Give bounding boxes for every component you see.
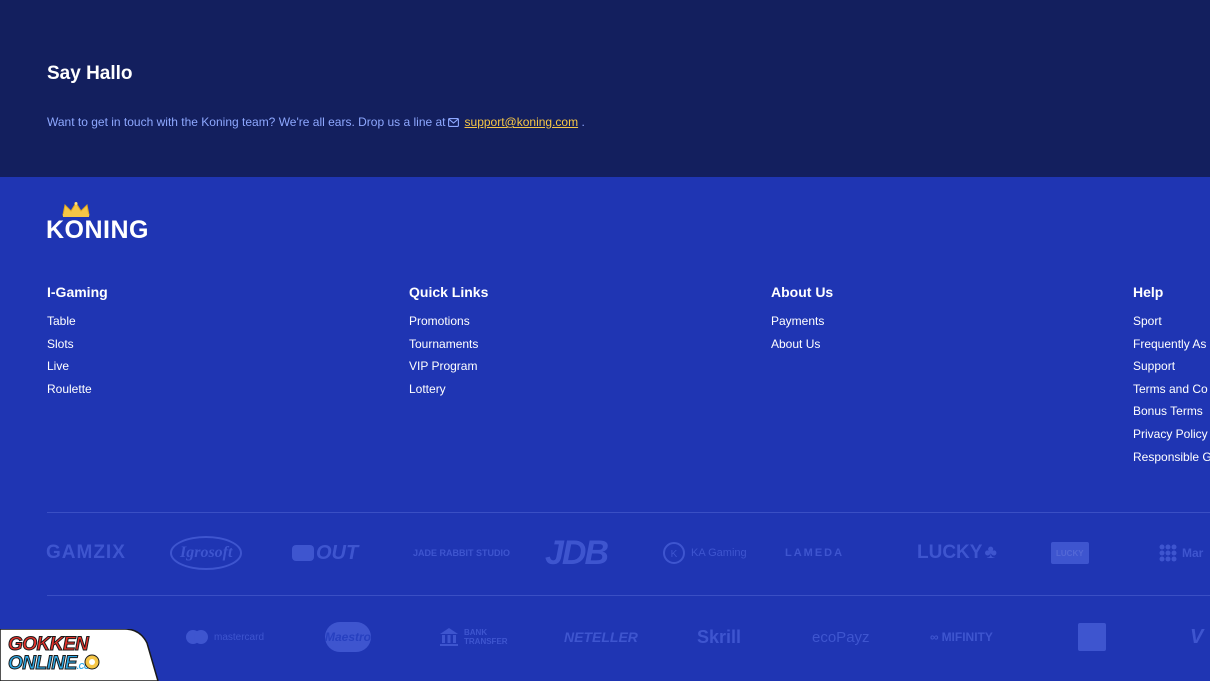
footer-column-quick-links: Quick Links Promotions Tournaments VIP P… — [409, 284, 488, 400]
footer-link-terms[interactable]: Terms and Co — [1133, 378, 1210, 401]
hand-icon — [292, 545, 314, 561]
footer-link-responsible-gaming[interactable]: Responsible G — [1133, 446, 1210, 469]
provider-logo-gamzix[interactable]: GAMZIX — [46, 531, 126, 575]
payment-logo-bank-transfer[interactable]: BANK TRANSFER — [438, 615, 508, 659]
grid-icon — [1159, 544, 1177, 562]
contact-title: Say Hallo — [47, 63, 133, 84]
footer-link-table[interactable]: Table — [47, 310, 108, 333]
provider-logo-lameda[interactable]: LAMEDA — [785, 531, 844, 575]
infinity-icon: ∞ — [930, 630, 939, 644]
provider-logo-lucky-badge[interactable]: LUCKY — [1051, 542, 1089, 564]
mastercard-icon — [186, 630, 208, 644]
ka-gaming-icon: K — [663, 542, 685, 564]
payment-logo-skrill[interactable]: Skrill — [697, 615, 741, 659]
gokken-online-badge[interactable]: GOKKEN ONLINE.COM — [0, 628, 160, 681]
footer-link-live[interactable]: Live — [47, 355, 108, 378]
footer-link-bonus-terms[interactable]: Bonus Terms — [1133, 400, 1210, 423]
badge-line-2: ONLINE.COM — [8, 653, 97, 674]
column-title: Help — [1133, 284, 1164, 300]
payment-logo-mastercard[interactable]: mastercard — [185, 615, 264, 659]
provider-logo-jdb[interactable]: JDB — [545, 531, 609, 575]
provider-logo-igrosoft[interactable]: Igrosoft — [170, 536, 243, 570]
column-title: Quick Links — [409, 284, 489, 300]
provider-logo-ka-gaming[interactable]: K KA Gaming — [662, 531, 747, 575]
poker-chip-icon — [84, 654, 100, 670]
footer-link-slots[interactable]: Slots — [47, 333, 108, 356]
svg-text:K: K — [671, 549, 678, 560]
support-email-link[interactable]: support@koning.com — [465, 115, 579, 129]
footer-column-help: Help Sport Frequently As Support Terms a… — [1133, 284, 1210, 468]
bank-icon — [440, 628, 458, 646]
provider-logos-row: GAMZIX Igrosoft OUT JADE RABBIT STUDIO J… — [0, 531, 1210, 575]
payment-logo-visa[interactable]: V — [1190, 615, 1203, 659]
contact-suffix: . — [581, 115, 585, 129]
brand-name: KONING — [46, 216, 149, 244]
payment-logo-ecopayz[interactable]: ecoPayz — [812, 615, 870, 659]
footer-link-support[interactable]: Support — [1133, 355, 1210, 378]
column-title: About Us — [771, 284, 834, 300]
clover-icon: ♣ — [984, 542, 997, 563]
footer-column-igaming: I-Gaming Table Slots Live Roulette — [47, 284, 108, 400]
footer-link-faq[interactable]: Frequently As — [1133, 333, 1210, 356]
provider-logo-out[interactable]: OUT — [290, 531, 358, 575]
contact-text-line: Want to get in touch with the Koning tea… — [47, 115, 585, 130]
footer-divider — [47, 512, 1210, 513]
card-icon — [1078, 623, 1106, 651]
payment-logo-mifinity[interactable]: ∞ MIFINITY — [930, 615, 993, 659]
payment-logo-card[interactable] — [1078, 615, 1106, 659]
payment-logo-neteller[interactable]: NETELLER — [564, 615, 638, 659]
mail-icon — [447, 116, 459, 130]
provider-logo-jade-rabbit[interactable]: JADE RABBIT STUDIO — [413, 531, 510, 575]
provider-logo-lucky[interactable]: LUCKY ♣ — [917, 531, 997, 575]
footer-link-roulette[interactable]: Roulette — [47, 378, 108, 401]
column-title: I-Gaming — [47, 284, 108, 300]
badge-line-1: GOKKEN — [8, 634, 90, 655]
footer-link-tournaments[interactable]: Tournaments — [409, 333, 488, 356]
footer-divider — [47, 595, 1210, 596]
footer-link-privacy-policy[interactable]: Privacy Policy — [1133, 423, 1210, 446]
site-footer: KONING I-Gaming Table Slots Live Roulett… — [0, 177, 1210, 681]
footer-column-about-us: About Us Payments About Us — [771, 284, 833, 355]
contact-section: Say Hallo Want to get in touch with the … — [0, 0, 1210, 177]
footer-link-vip-program[interactable]: VIP Program — [409, 355, 488, 378]
provider-logo-mar[interactable]: Mar — [1158, 531, 1203, 575]
payment-logo-maestro[interactable]: Maestro — [325, 615, 371, 659]
payment-logos-row: mastercard Maestro BANK TRANSFER NETELLE… — [0, 615, 1210, 659]
footer-link-lottery[interactable]: Lottery — [409, 378, 488, 401]
footer-link-payments[interactable]: Payments — [771, 310, 833, 333]
footer-link-promotions[interactable]: Promotions — [409, 310, 488, 333]
footer-link-about-us[interactable]: About Us — [771, 333, 833, 356]
badge-text: GOKKEN ONLINE.COM — [8, 634, 97, 676]
koning-logo[interactable]: KONING — [46, 202, 176, 244]
contact-text: Want to get in touch with the Koning tea… — [47, 115, 446, 129]
footer-link-sport[interactable]: Sport — [1133, 310, 1210, 333]
